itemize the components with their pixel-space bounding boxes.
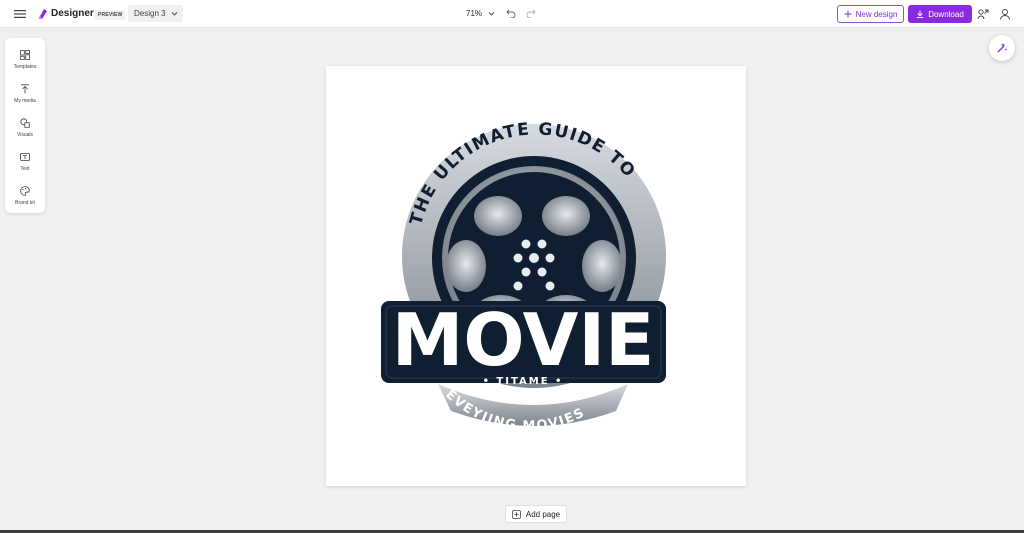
- add-page-icon: [511, 509, 521, 519]
- sidebar-item-visuals[interactable]: Visuals: [5, 110, 45, 142]
- upload-icon: [21, 84, 29, 94]
- download-icon: [917, 10, 924, 18]
- share-icon[interactable]: [977, 8, 989, 20]
- left-sidebar: Templates My media Visuals Text Brand ki…: [5, 38, 45, 213]
- design-name-dropdown[interactable]: Design 3: [128, 5, 183, 22]
- undo-icon[interactable]: [506, 8, 516, 18]
- preview-badge: PREVIEW: [95, 10, 126, 20]
- download-button[interactable]: Download: [908, 5, 972, 23]
- sidebar-item-label: Text: [20, 166, 30, 172]
- new-design-button[interactable]: New design: [837, 5, 904, 23]
- design-canvas[interactable]: THE ULTIMATE GUIDE TO MOVIE • TITAME • E…: [326, 66, 746, 486]
- palette-icon: [20, 186, 30, 196]
- logo-subtitle-text: • TITAME •: [483, 376, 564, 387]
- sidebar-item-label: Brand kit: [15, 200, 35, 206]
- download-label: Download: [928, 9, 964, 19]
- sidebar-item-label: Visuals: [16, 132, 34, 138]
- sidebar-item-label: My media: [14, 98, 36, 104]
- add-page-label: Add page: [525, 509, 561, 519]
- design-name-label: Design 3: [134, 9, 166, 18]
- zoom-level[interactable]: 71%: [466, 9, 482, 18]
- hamburger-menu-icon[interactable]: [14, 8, 26, 20]
- brand-name: Designer: [51, 8, 94, 19]
- redo-icon[interactable]: [526, 8, 536, 18]
- designer-logo-icon: [38, 9, 47, 19]
- new-design-label: New design: [855, 9, 898, 19]
- designer-assist-button[interactable]: [989, 35, 1015, 61]
- zoom-chevron-down-icon[interactable]: [488, 10, 495, 17]
- add-page-button[interactable]: Add page: [505, 505, 567, 523]
- logo-title-text: MOVIE: [392, 298, 655, 382]
- sidebar-item-templates[interactable]: Templates: [5, 42, 45, 74]
- top-bar: Designer PREVIEW Design 3 71% New design…: [0, 0, 1024, 28]
- chevron-down-icon: [171, 12, 178, 16]
- sidebar-item-brand-kit[interactable]: Brand kit: [5, 178, 45, 210]
- movie-logo-artwork: THE ULTIMATE GUIDE TO MOVIE • TITAME • E…: [381, 119, 666, 434]
- account-icon[interactable]: [999, 8, 1011, 20]
- text-icon: [20, 153, 30, 161]
- magic-wand-icon: [997, 43, 1008, 53]
- plus-icon: [844, 10, 852, 18]
- sidebar-item-my-media[interactable]: My media: [5, 76, 45, 108]
- shapes-icon: [20, 118, 30, 128]
- sidebar-item-label: Templates: [13, 64, 37, 70]
- sidebar-item-text[interactable]: Text: [5, 144, 45, 176]
- templates-icon: [20, 50, 30, 60]
